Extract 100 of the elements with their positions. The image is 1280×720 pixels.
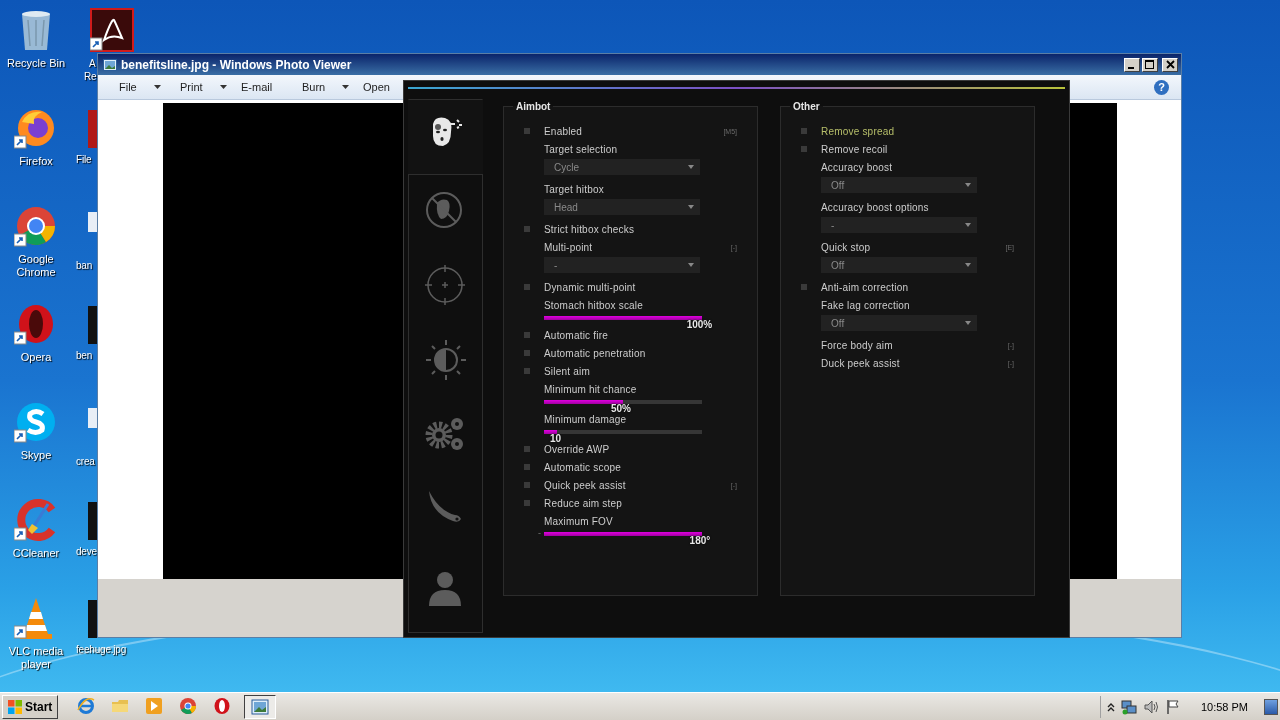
- group-title: Aimbot: [515, 101, 552, 112]
- window-title: benefitsline.jpg - Windows Photo Viewer: [121, 57, 353, 72]
- option-label: Minimum damage: [544, 413, 627, 425]
- option-label: Fake lag correction: [821, 299, 910, 311]
- dropdown[interactable]: Off: [821, 315, 977, 331]
- checkbox[interactable]: [524, 332, 530, 338]
- checkbox[interactable]: [524, 128, 530, 134]
- maximize-button[interactable]: [1142, 57, 1158, 72]
- icon-label: Re: [84, 70, 97, 83]
- menu-item[interactable]: File: [119, 81, 180, 93]
- option-label: Maximum FOV: [544, 515, 613, 527]
- icon-label: Chrome: [16, 266, 56, 279]
- close-icon: [1165, 60, 1175, 69]
- show-desktop-button[interactable]: [1264, 698, 1278, 715]
- option-label: Duck peek assist: [821, 357, 900, 369]
- icon-label: Opera: [20, 351, 52, 364]
- caret-icon: [688, 165, 694, 169]
- media-player-icon: [145, 696, 164, 715]
- icon-label: deve: [76, 545, 97, 558]
- help-button[interactable]: ?: [1154, 79, 1169, 95]
- tab[interactable]: [408, 99, 483, 174]
- checkbox[interactable]: [801, 128, 807, 134]
- slider-track[interactable]: [544, 430, 702, 434]
- icon-label: Google: [18, 253, 54, 266]
- icon-label: Recycle Bin: [6, 57, 66, 70]
- caret-icon: [965, 263, 971, 267]
- browser-icon: [77, 696, 96, 715]
- menu-item[interactable]: Burn: [302, 81, 363, 93]
- option-label: Automatic scope: [544, 461, 621, 473]
- option-label: Remove spread: [821, 125, 895, 137]
- chrome-icon[interactable]: [14, 204, 58, 248]
- network-icon[interactable]: [1120, 698, 1137, 715]
- option-label: Quick peek assist: [544, 479, 626, 491]
- minimize-button[interactable]: [1124, 57, 1140, 72]
- caret-icon: [965, 223, 971, 227]
- icon-label: crea: [76, 455, 95, 468]
- caret-icon: [965, 321, 971, 325]
- option-label: Multi-point: [544, 241, 593, 253]
- close-button[interactable]: [1162, 57, 1178, 72]
- half-sun-icon: [424, 339, 467, 381]
- caret-icon: [965, 183, 971, 187]
- option-label: Automatic penetration: [544, 347, 646, 359]
- icon-label: A: [89, 57, 96, 70]
- icon-label: ban: [76, 259, 93, 272]
- checkbox[interactable]: [524, 368, 530, 374]
- option-label: Stomach hitbox scale: [544, 299, 644, 311]
- checkbox[interactable]: [524, 350, 530, 356]
- chevron-up-icon[interactable]: [1106, 701, 1115, 712]
- dropdown[interactable]: -: [544, 257, 700, 273]
- chrome-icon: [179, 696, 198, 715]
- icon-label: Skype: [20, 449, 52, 462]
- speaker-icon[interactable]: [1142, 698, 1159, 715]
- option-label: Minimum hit chance: [544, 383, 637, 395]
- clock[interactable]: 10:58 PM: [1200, 700, 1248, 713]
- option-label: Dynamic multi-point: [544, 281, 636, 293]
- option-label: Quick stop: [821, 241, 871, 253]
- icon-label: feehuge.jpg: [76, 643, 127, 656]
- slider-track[interactable]: [544, 400, 702, 404]
- icon-label: ben: [76, 349, 93, 362]
- icon-label: player: [21, 658, 51, 671]
- option-label: Target selection: [544, 143, 618, 155]
- caret-icon: [688, 205, 694, 209]
- icon-label: Firefox: [19, 155, 53, 168]
- option-label: Target hitbox: [544, 183, 604, 195]
- option-label: Reduce aim step: [544, 497, 623, 509]
- checkbox[interactable]: [524, 500, 530, 506]
- taskbar-button[interactable]: [244, 694, 277, 719]
- dropdown[interactable]: Head: [544, 199, 700, 215]
- windows-logo-icon: [8, 699, 22, 714]
- option-label: Anti-aim correction: [821, 281, 909, 293]
- dropdown[interactable]: Off: [821, 257, 977, 273]
- photo-viewer-icon: [103, 58, 117, 71]
- menu-item[interactable]: E-mail: [241, 81, 302, 93]
- crosshair-icon: [424, 265, 467, 307]
- checkbox[interactable]: [524, 482, 530, 488]
- pdf-icon[interactable]: [90, 8, 134, 52]
- icon-label: CCleaner: [12, 547, 60, 560]
- dropdown[interactable]: Cycle: [544, 159, 700, 175]
- option-label: Force body aim: [821, 339, 893, 351]
- checkbox[interactable]: [801, 284, 807, 290]
- checkbox[interactable]: [524, 226, 530, 232]
- checkbox[interactable]: [524, 446, 530, 452]
- icon-label: File: [76, 153, 92, 166]
- checkbox[interactable]: [801, 146, 807, 152]
- flag-icon[interactable]: [1164, 698, 1181, 715]
- option-label: Remove recoil: [821, 143, 888, 155]
- dropdown[interactable]: Off: [821, 177, 977, 193]
- menu-item[interactable]: Print: [180, 81, 241, 93]
- group-title: Other: [792, 101, 821, 112]
- option-label: Automatic fire: [544, 329, 608, 341]
- caret-icon: [688, 263, 694, 267]
- ccleaner-icon[interactable]: [14, 498, 58, 542]
- checkbox[interactable]: [524, 464, 530, 470]
- option-label: Silent aim: [544, 365, 590, 377]
- checkbox[interactable]: [524, 284, 530, 290]
- dropdown[interactable]: -: [821, 217, 977, 233]
- photo-viewer-icon: [251, 697, 270, 716]
- icon-label: VLC media: [8, 645, 64, 658]
- start-button[interactable]: Start: [2, 694, 59, 719]
- skype-icon[interactable]: [14, 400, 58, 444]
